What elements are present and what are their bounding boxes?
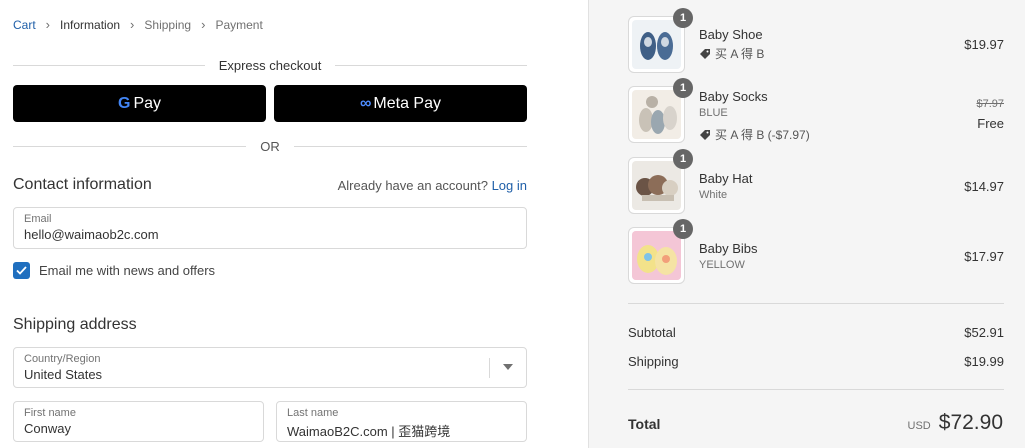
product-thumbnail: 1 — [628, 149, 693, 214]
item-variant: YELLOW — [699, 259, 745, 271]
first-name-value[interactable]: Conway — [24, 421, 71, 436]
breadcrumb-cart[interactable]: Cart — [13, 18, 36, 32]
quantity-badge: 1 — [673, 78, 693, 98]
cart-item: 1 Baby Shoe 买 A 得 B $19.97 — [628, 8, 1004, 73]
cart-item: 1 Baby Hat White $14.97 — [628, 149, 1004, 214]
item-price: Free — [977, 116, 1004, 131]
subtotal-value: $52.91 — [964, 325, 1004, 340]
email-value[interactable]: hello@waimaob2c.com — [24, 227, 159, 242]
quantity-badge: 1 — [673, 219, 693, 239]
item-variant: White — [699, 189, 728, 201]
breadcrumb-shipping: Shipping — [144, 17, 192, 32]
product-thumbnail: 1 — [628, 219, 693, 284]
breadcrumb: Cart › Information › Shipping › Payment — [13, 17, 263, 32]
item-price: $19.97 — [964, 37, 1004, 52]
select-divider — [489, 358, 490, 378]
divider — [335, 64, 528, 66]
google-logo-icon: G — [117, 94, 131, 112]
or-divider: OR — [13, 138, 527, 154]
quantity-badge: 1 — [673, 149, 693, 169]
last-name-value[interactable]: WaimaoB2C.com | 歪猫跨境 — [287, 421, 450, 440]
cart-item: 1 Baby Socks BLUE 买 A 得 B (-$7.97) $7.97… — [628, 78, 1004, 143]
baby-hat-image — [632, 161, 681, 210]
item-name: Baby Hat — [699, 171, 753, 186]
item-name: Baby Bibs — [699, 241, 758, 256]
cart-item: 1 Baby Bibs YELLOW $17.97 — [628, 219, 1004, 284]
shipping-address-title: Shipping address — [13, 316, 137, 333]
product-thumbnail: 1 — [628, 78, 693, 143]
subtotal-row: Subtotal $52.91 — [628, 325, 1004, 340]
google-pay-button[interactable]: G Pay — [13, 85, 266, 122]
quantity-badge: 1 — [673, 8, 693, 28]
item-compare-price: $7.97 — [976, 98, 1004, 110]
contact-information-title: Contact information — [13, 176, 152, 193]
email-label: Email — [24, 213, 52, 225]
first-name-label: First name — [24, 407, 76, 419]
newsletter-option[interactable]: Email me with news and offers — [13, 262, 215, 279]
express-checkout-label: Express checkout — [218, 57, 322, 73]
first-name-field[interactable]: First name Conway — [13, 401, 264, 442]
chevron-right-icon: › — [130, 17, 135, 32]
tag-icon — [700, 48, 710, 59]
country-value: United States — [24, 367, 103, 382]
login-prompt: Already have an account? Log in — [338, 178, 527, 193]
total-value: $72.90 — [938, 411, 1003, 434]
chevron-down-icon[interactable] — [503, 364, 513, 370]
shipping-label: Shipping — [628, 354, 679, 369]
item-name: Baby Socks — [699, 89, 768, 104]
checkout-main: Cart › Information › Shipping › Payment … — [0, 0, 588, 448]
newsletter-checkbox[interactable] — [13, 262, 30, 279]
email-field[interactable]: Email hello@waimaob2c.com — [13, 207, 527, 249]
country-select[interactable]: Country/Region United States — [13, 347, 527, 388]
product-thumbnail: 1 — [628, 8, 693, 73]
divider — [293, 145, 527, 147]
summary-divider — [628, 303, 1004, 304]
already-account-text: Already have an account? — [337, 178, 488, 193]
or-label: OR — [260, 138, 280, 154]
shipping-value: $19.99 — [964, 354, 1004, 369]
breadcrumb-information: Information — [60, 17, 121, 32]
order-summary: 1 Baby Shoe 买 A 得 B $19.97 1 Baby Socks … — [588, 0, 1025, 448]
item-price: $17.97 — [964, 249, 1004, 264]
last-name-field[interactable]: Last name WaimaoB2C.com | 歪猫跨境 — [276, 401, 527, 442]
meta-pay-label: Meta Pay — [373, 94, 441, 112]
login-link[interactable]: Log in — [492, 178, 527, 193]
baby-shoe-image — [632, 20, 681, 69]
baby-socks-image — [632, 90, 681, 139]
subtotal-label: Subtotal — [628, 325, 676, 340]
total-amount: USD $72.90 — [908, 411, 1003, 435]
total-label: Total — [628, 416, 661, 432]
shipping-row: Shipping $19.99 — [628, 354, 1004, 369]
baby-bibs-image — [632, 231, 681, 280]
item-discount: 买 A 得 B (-$7.97) — [699, 126, 810, 143]
express-checkout-heading: Express checkout — [13, 57, 528, 73]
item-discount: 买 A 得 B — [699, 45, 764, 62]
check-icon — [16, 266, 27, 275]
meta-pay-button[interactable]: ∞ Meta Pay — [274, 85, 527, 122]
summary-divider — [628, 389, 1004, 390]
discount-label: 买 A 得 B — [715, 47, 765, 61]
breadcrumb-payment: Payment — [215, 17, 263, 32]
divider — [13, 145, 247, 147]
google-pay-label: Pay — [133, 94, 162, 112]
meta-logo-icon: ∞ — [360, 94, 372, 112]
last-name-label: Last name — [287, 407, 339, 419]
divider — [13, 64, 205, 66]
newsletter-label: Email me with news and offers — [39, 263, 216, 278]
chevron-right-icon: › — [201, 17, 206, 32]
country-label: Country/Region — [24, 353, 101, 365]
discount-label: 买 A 得 B (-$7.97) — [715, 128, 810, 142]
chevron-right-icon: › — [45, 17, 51, 32]
item-name: Baby Shoe — [699, 27, 763, 42]
tag-icon — [700, 129, 710, 140]
currency-code: USD — [907, 420, 931, 432]
item-variant: BLUE — [699, 107, 728, 119]
item-price: $14.97 — [964, 179, 1004, 194]
